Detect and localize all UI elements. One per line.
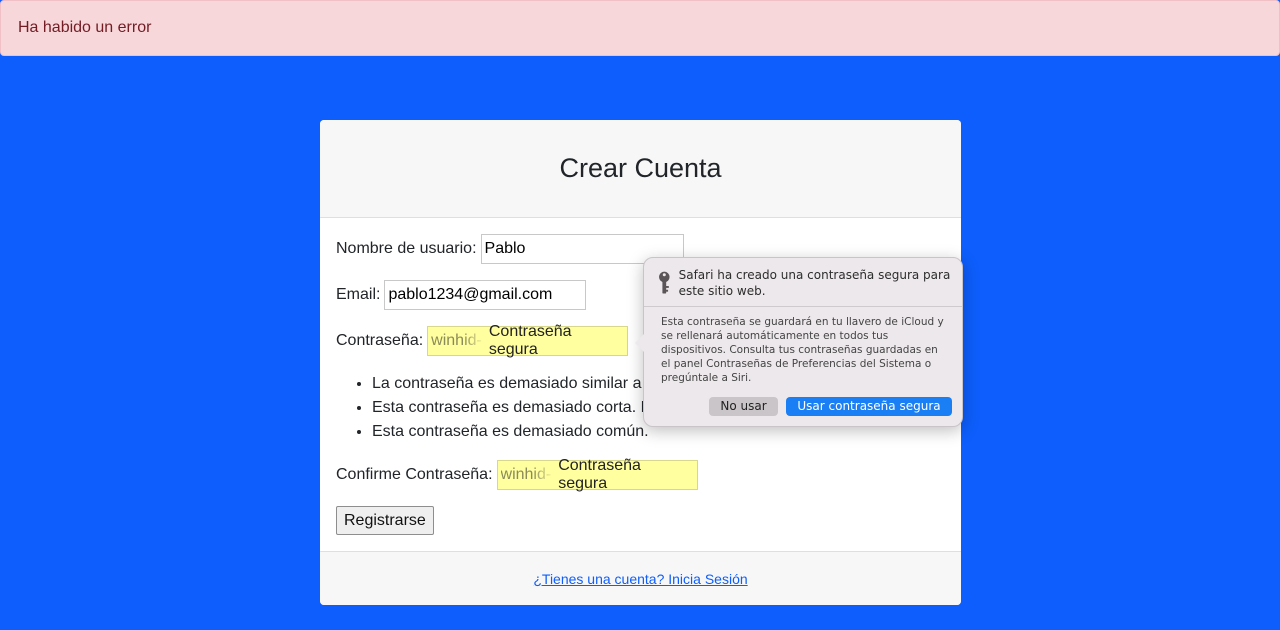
error-alert: Ha habido un error (0, 0, 1280, 56)
page-title: Crear Cuenta (559, 153, 722, 183)
card-footer: ¿Tienes una cuenta? Inicia Sesión (320, 551, 961, 605)
popover-title: Safari ha creado una contraseña segura p… (678, 268, 951, 298)
email-input[interactable] (384, 280, 587, 310)
list-item: Esta contraseña es demasiado corta. D (372, 396, 652, 420)
password-row: Contraseña: winhid- Contraseña segura (336, 323, 629, 358)
register-button[interactable]: Registrarse (336, 506, 434, 535)
email-label: Email: (336, 286, 381, 303)
card-header: Crear Cuenta (320, 120, 961, 218)
popover-arrow (635, 334, 644, 352)
popover-body: Esta contraseña se guardará en tu llaver… (661, 316, 944, 384)
error-alert-text: Ha habido un error (18, 19, 152, 36)
key-icon (659, 271, 670, 294)
use-strong-password-button[interactable]: Usar contraseña segura (786, 397, 952, 416)
confirm-row: Confirme Contraseña: winhid- Contraseña … (336, 457, 698, 492)
confirm-strong-label: Contraseña segura (558, 457, 641, 492)
password-strong-label: Contraseña segura (488, 323, 572, 358)
confirm-label: Confirme Contraseña: (336, 466, 493, 483)
email-row: Email: (336, 280, 587, 310)
username-label: Nombre de usuario: (336, 240, 477, 257)
username-row: Nombre de usuario: (336, 234, 684, 264)
safari-password-popover: Safari ha creado una contraseña segura p… (635, 257, 963, 427)
popover-divider (644, 306, 962, 307)
popover-header: Safari ha creado una contraseña segura p… (656, 266, 952, 300)
dont-use-button[interactable]: No usar (709, 397, 778, 416)
password-input[interactable]: winhid- Contraseña segura (427, 323, 629, 358)
password-ghost-text: winhid- (431, 332, 482, 349)
list-item: La contraseña es demasiado similar a (372, 372, 652, 396)
password-label: Contraseña: (336, 332, 424, 349)
list-item: Esta contraseña es demasiado común. (372, 420, 652, 444)
password-error-list: La contraseña es demasiado similar a Est… (372, 372, 652, 444)
login-link[interactable]: ¿Tienes una cuenta? Inicia Sesión (533, 571, 747, 587)
confirm-ghost-text: winhid- (500, 466, 552, 483)
confirm-password-input[interactable]: winhid- Contraseña segura (496, 457, 698, 492)
